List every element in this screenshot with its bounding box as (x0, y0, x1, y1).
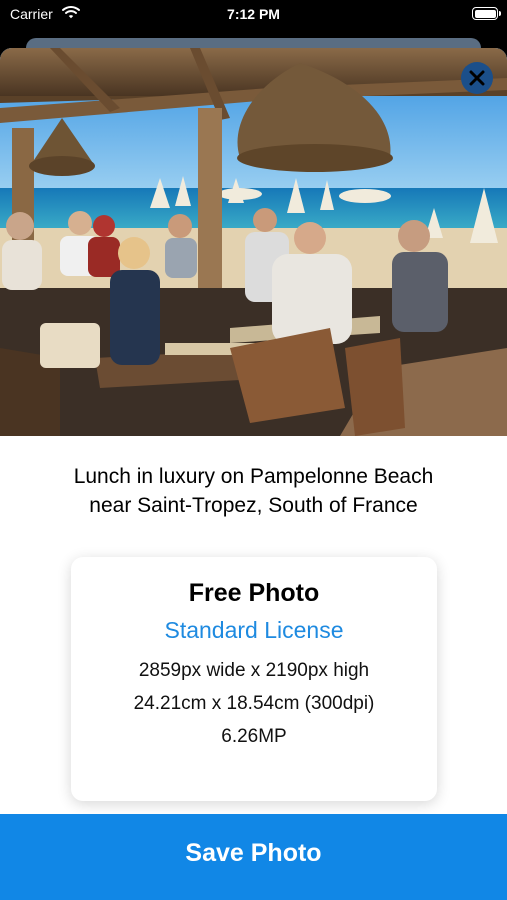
status-bar: Carrier 7:12 PM (0, 0, 507, 30)
card-title: Free Photo (188, 579, 320, 607)
photo-caption: Lunch in luxury on Pampelonne Beach near… (0, 462, 507, 520)
caption-line-2: near Saint-Tropez, South of France (89, 494, 418, 517)
caption-line-1: Lunch in luxury on Pampelonne Beach (73, 465, 434, 488)
standard-license-link[interactable]: Standard License (71, 617, 437, 644)
photo-detail-sheet: Lunch in luxury on Pampelonne Beach near… (0, 48, 507, 900)
battery-icon (472, 7, 501, 20)
pixel-dimensions: 2859px wide x 2190px high (138, 660, 370, 681)
photo (0, 48, 507, 436)
close-icon (469, 70, 485, 86)
photo-image (0, 48, 507, 436)
print-dimensions: 24.21cm x 18.54cm (300dpi) (133, 693, 375, 714)
close-button[interactable] (461, 62, 493, 94)
megapixels: 6.26MP (221, 726, 287, 747)
clock: 7:12 PM (227, 6, 280, 22)
save-photo-button[interactable]: Save Photo (0, 814, 507, 900)
license-info-card: Free Photo Standard License 2859px wide … (71, 557, 437, 801)
